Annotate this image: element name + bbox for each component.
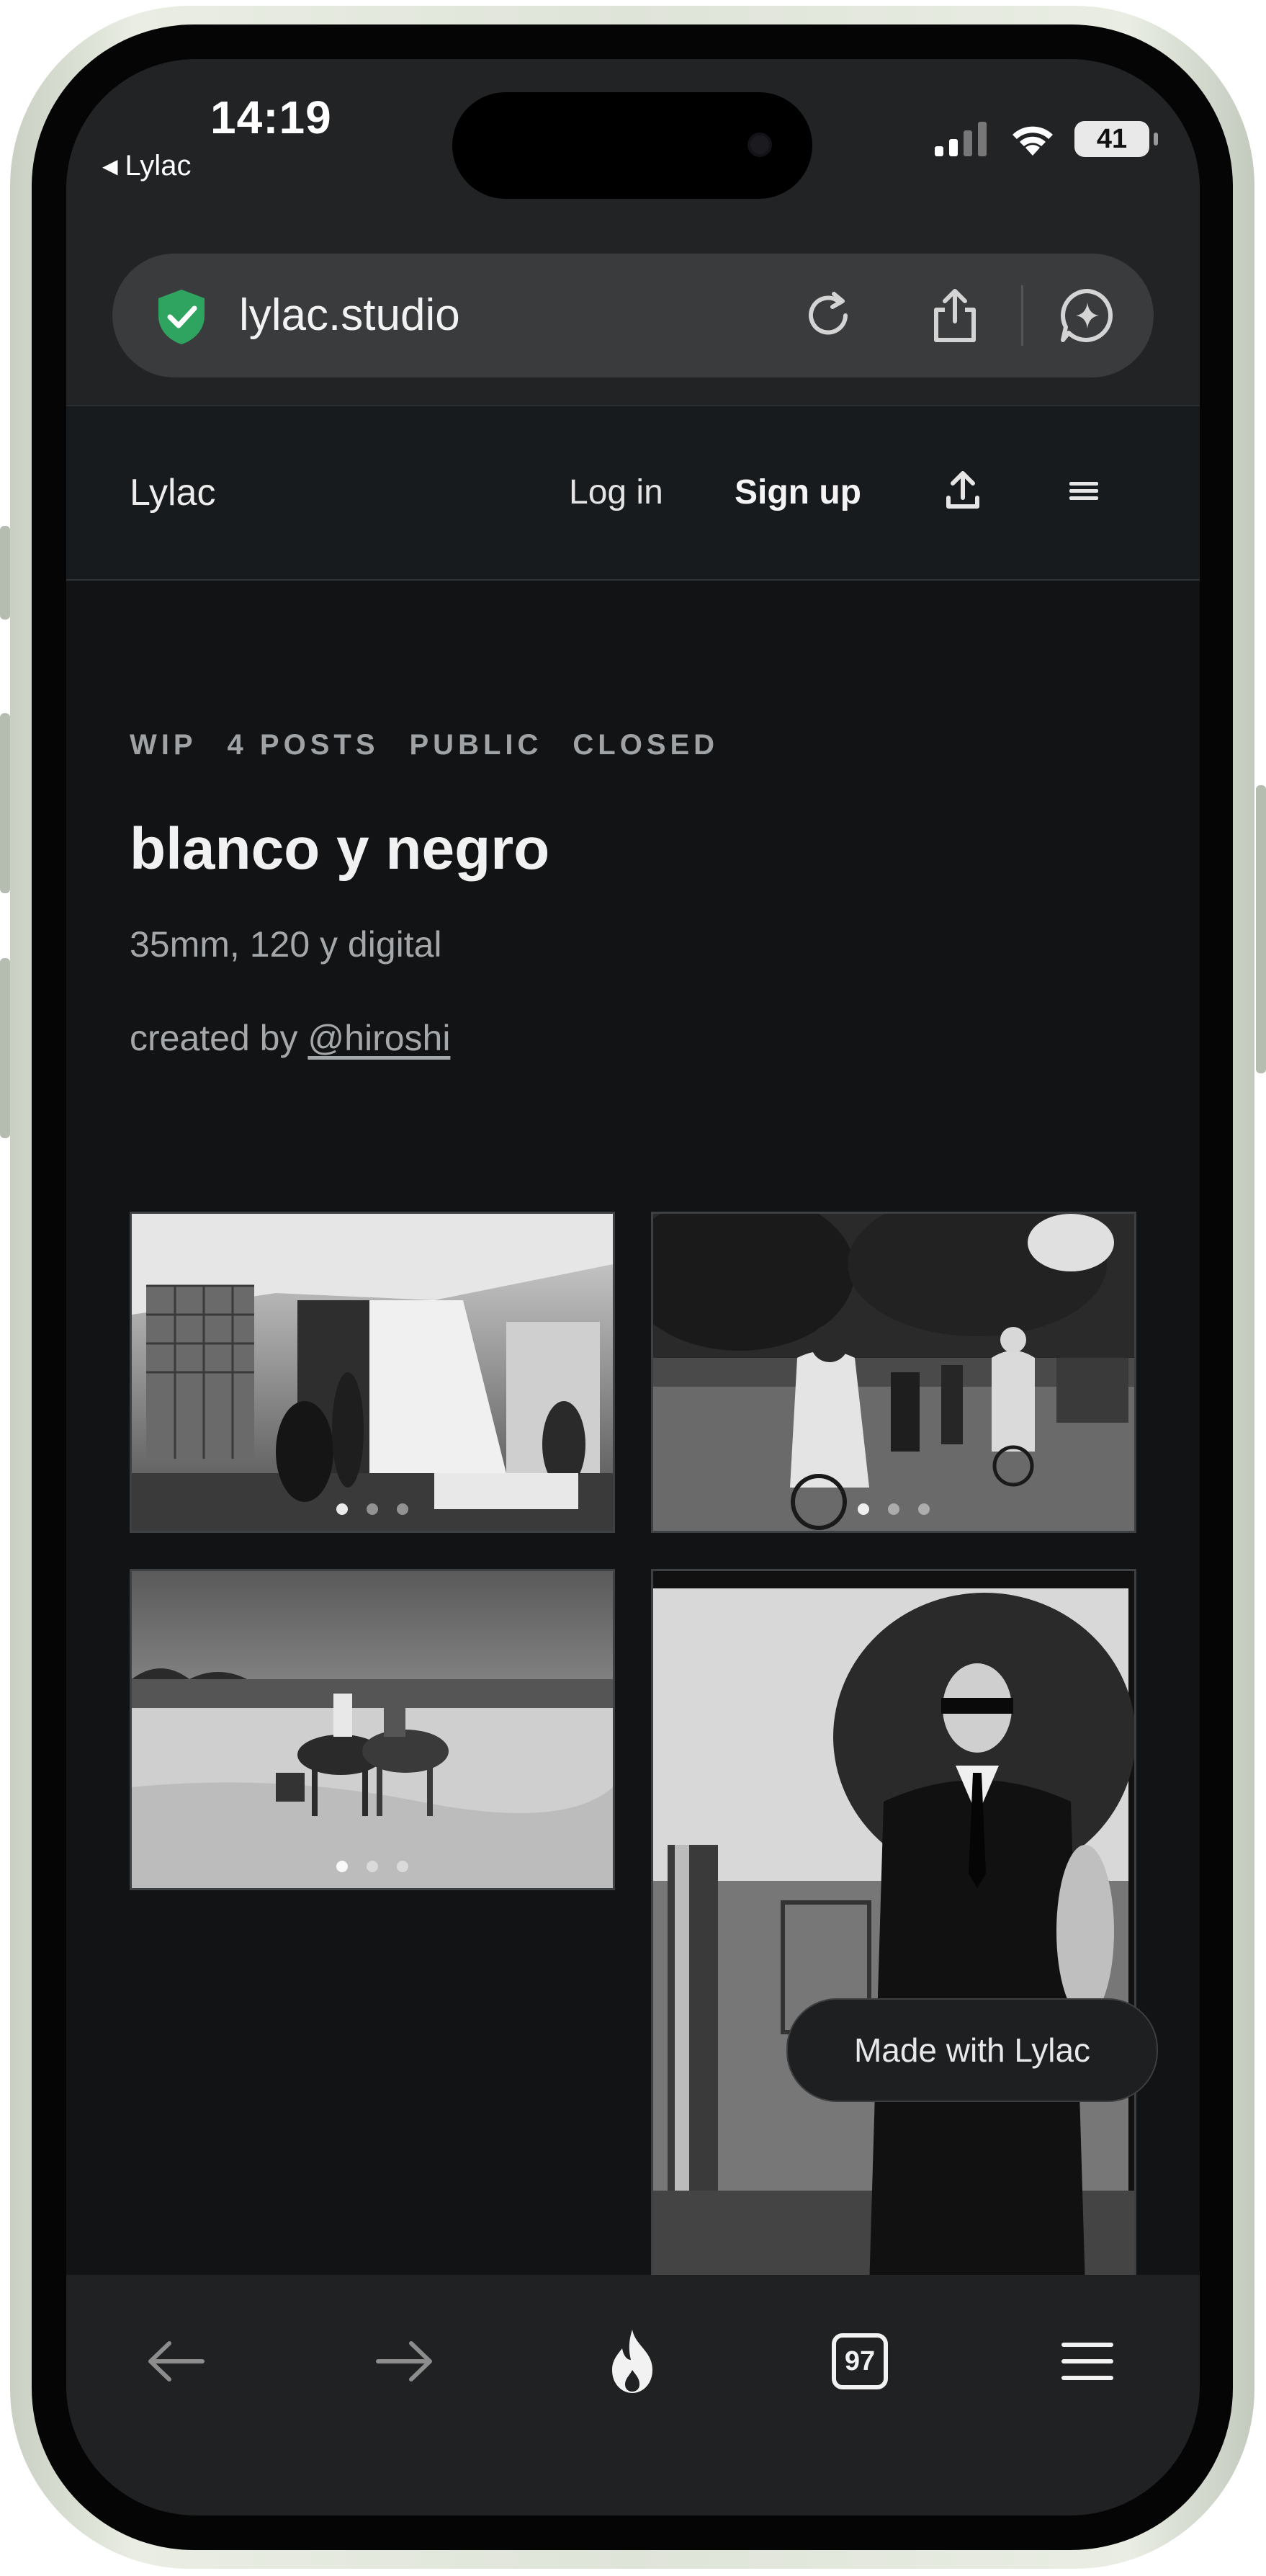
made-with-lylac-badge[interactable]: Made with Lylac [786, 1998, 1158, 2102]
tag-state: CLOSED [573, 729, 719, 761]
tag-post-count: 4 POSTS [227, 729, 380, 761]
browser-toolbar: 97 [66, 2275, 1200, 2515]
arrow-right-icon[interactable] [362, 2318, 448, 2405]
arrow-left-icon[interactable] [133, 2318, 219, 2405]
author-prefix: created by [130, 1018, 298, 1058]
wifi-icon [1013, 126, 1053, 156]
tabs-icon[interactable]: 97 [817, 2318, 903, 2405]
reload-icon[interactable] [796, 284, 860, 347]
sparkle-chat-icon[interactable] [1056, 284, 1119, 347]
hamburger-icon[interactable] [1059, 465, 1109, 516]
tag-visibility: PUBLIC [409, 729, 543, 761]
back-triangle-icon: ◀ [102, 155, 118, 177]
site-logo[interactable]: Lylac [130, 471, 215, 514]
dynamic-island [452, 92, 812, 199]
tag-status: WIP [130, 729, 197, 761]
collection-tags: WIP 4 POSTS PUBLIC CLOSED [130, 729, 719, 761]
shield-check-icon [158, 290, 205, 344]
upload-icon[interactable] [938, 465, 988, 516]
signup-link[interactable]: Sign up [735, 473, 861, 512]
beach-photo-image [132, 1571, 613, 1888]
carousel-dots [132, 1861, 613, 1872]
flame-icon[interactable] [589, 2318, 675, 2405]
photo-post-beach[interactable] [130, 1569, 615, 1890]
volume-down-button [0, 958, 10, 1138]
site-header: Lylac Log in Sign up [66, 405, 1200, 581]
collection-subtitle: 35mm, 120 y digital [130, 924, 442, 965]
login-link[interactable]: Log in [569, 473, 663, 512]
collection-title: blanco y negro [130, 816, 550, 882]
back-app-label: Lylac [125, 150, 192, 182]
share-icon[interactable] [923, 284, 987, 347]
carousel-dots [132, 1503, 613, 1515]
status-icons: 41 [933, 121, 1158, 157]
tab-count: 97 [844, 2345, 876, 2376]
phone-screen: 14:19 ◀ Lylac 41 lylac.studio Lylac Log … [66, 59, 1200, 2515]
action-button [0, 526, 10, 620]
author-link[interactable]: @hiroshi [307, 1018, 450, 1058]
camera-icon [748, 133, 772, 157]
portrait-photo-image [653, 1571, 1134, 2287]
url-text[interactable]: lylac.studio [239, 290, 460, 341]
status-time: 14:19 [210, 91, 332, 143]
power-button [1256, 785, 1266, 1073]
address-bar-divider [1021, 285, 1023, 346]
carousel-dots [653, 1503, 1134, 1515]
address-bar[interactable]: lylac.studio [112, 254, 1154, 377]
battery-indicator: 41 [1074, 121, 1158, 157]
photo-post-cyclists[interactable] [651, 1212, 1136, 1533]
market-photo-image [132, 1214, 613, 1531]
cyclists-photo-image [653, 1214, 1134, 1531]
volume-up-button [0, 713, 10, 893]
collection-author: created by @hiroshi [130, 1017, 450, 1059]
back-to-app[interactable]: ◀ Lylac [102, 150, 191, 182]
browser-chrome: 14:19 ◀ Lylac 41 lylac.studio [66, 59, 1200, 405]
cellular-signal-icon [935, 122, 987, 156]
photo-post-portrait[interactable] [651, 1569, 1136, 2289]
photo-post-market[interactable] [130, 1212, 615, 1533]
browser-menu-hamburger-icon[interactable] [1044, 2318, 1131, 2405]
